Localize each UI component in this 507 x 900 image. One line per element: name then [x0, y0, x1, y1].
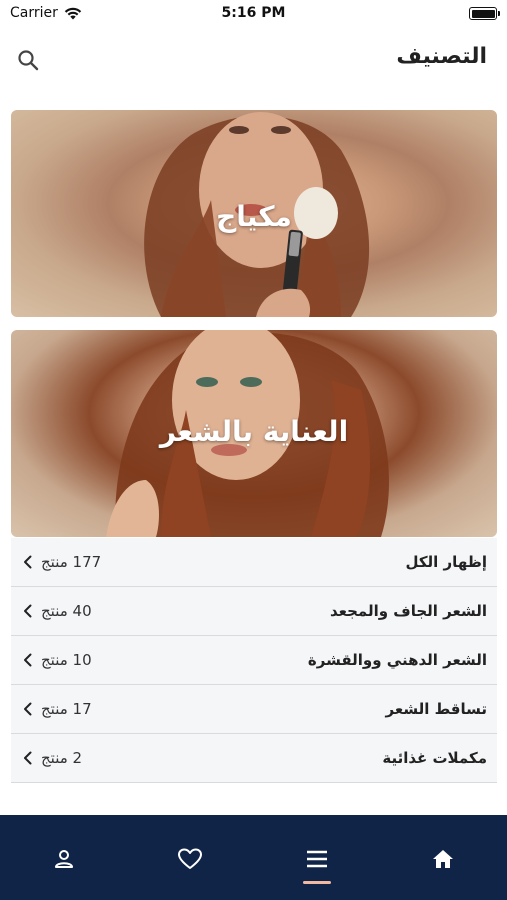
item-count: 10 منتج	[41, 651, 92, 669]
list-item-show-all[interactable]: 177 منتج إظهار الكل	[11, 538, 497, 587]
list-item-oily-hair-dandruff[interactable]: 10 منتج الشعر الدهني ووالقشرة	[11, 636, 497, 685]
clock: 5:16 PM	[221, 5, 286, 21]
battery-icon	[469, 7, 500, 20]
profile-icon	[55, 850, 73, 868]
banner-label-hair-care: العناية بالشعر	[159, 415, 349, 448]
status-bar: Carrier 5:16 PM	[0, 0, 507, 30]
banner-label-makeup: مكياج	[216, 200, 292, 233]
item-name: تساقط الشعر	[385, 700, 487, 718]
item-count: 40 منتج	[41, 602, 92, 620]
tab-profile[interactable]	[44, 843, 84, 875]
active-tab-indicator	[303, 881, 331, 884]
category-banner-makeup[interactable]: مكياج	[11, 110, 497, 317]
heart-icon	[178, 848, 202, 869]
bottom-tab-bar	[0, 815, 507, 900]
item-count: 177 منتج	[41, 553, 102, 571]
item-count: 2 منتج	[41, 749, 83, 767]
chevron-left-icon	[24, 702, 32, 716]
item-name: مكملات غذائية	[382, 749, 487, 767]
chevron-left-icon	[24, 555, 32, 569]
category-banner-hair-care[interactable]: العناية بالشعر	[11, 330, 497, 537]
header: التصنيف	[0, 38, 507, 82]
tab-categories[interactable]	[297, 843, 337, 875]
tab-favorites[interactable]	[170, 843, 210, 875]
list-item-supplements[interactable]: 2 منتج مكملات غذائية	[11, 734, 497, 783]
search-button[interactable]	[14, 46, 42, 74]
chevron-left-icon	[24, 751, 32, 765]
chevron-left-icon	[24, 604, 32, 618]
home-icon	[433, 850, 453, 868]
list-item-dry-curly-hair[interactable]: 40 منتج الشعر الجاف والمجعد	[11, 587, 497, 636]
item-name: إظهار الكل	[405, 553, 487, 571]
list-item-hair-loss[interactable]: 17 منتج تساقط الشعر	[11, 685, 497, 734]
item-name: الشعر الجاف والمجعد	[329, 602, 487, 620]
search-icon	[18, 50, 39, 71]
chevron-left-icon	[24, 653, 32, 667]
menu-icon	[307, 850, 327, 868]
page-title: التصنيف	[396, 44, 487, 69]
item-name: الشعر الدهني ووالقشرة	[307, 651, 487, 669]
item-count: 17 منتج	[41, 700, 92, 718]
subcategory-list: 177 منتج إظهار الكل 40 منتج الشعر الجاف …	[11, 538, 497, 783]
tab-home[interactable]	[423, 843, 463, 875]
